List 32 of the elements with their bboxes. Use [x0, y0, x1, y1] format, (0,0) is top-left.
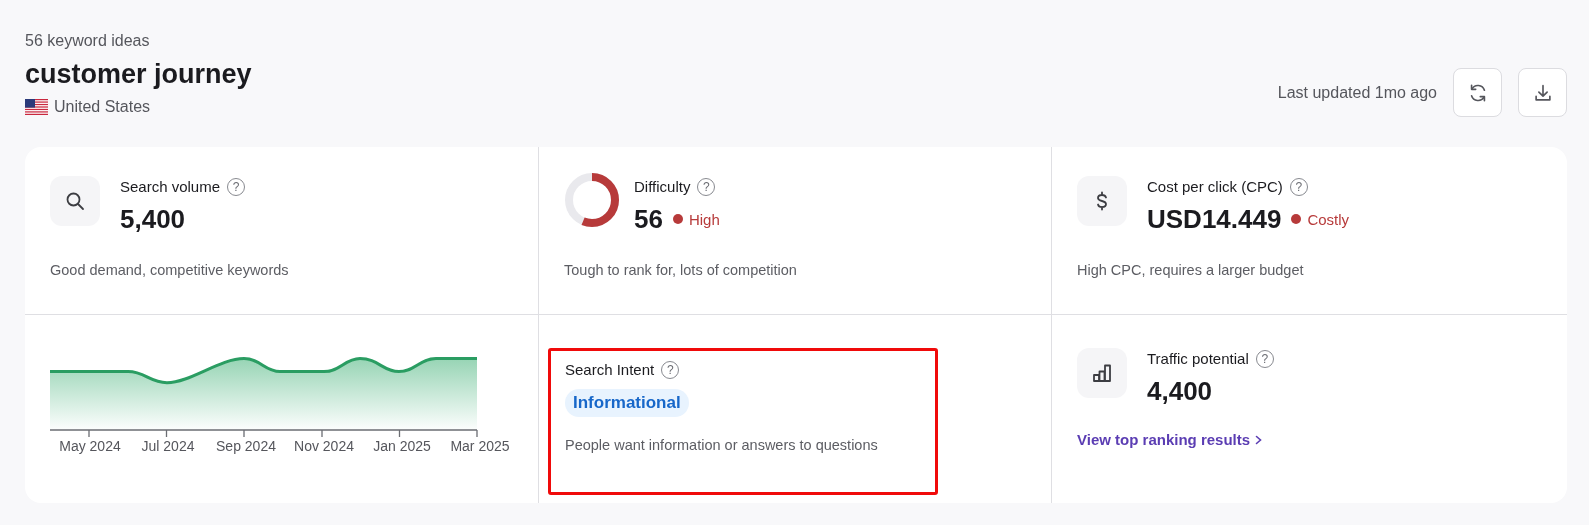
flag-icon	[25, 99, 48, 115]
axis-label: Sep 2024	[215, 438, 277, 454]
refresh-button[interactable]	[1453, 68, 1502, 117]
chevron-icon	[1255, 434, 1263, 445]
rating-label: High	[688, 210, 720, 228]
keyword-title: customer journey	[25, 58, 252, 91]
difficulty-donut	[564, 172, 620, 228]
metric-description: Good demand, competitive keywords	[50, 262, 290, 278]
download-button[interactable]	[1518, 68, 1567, 117]
view-results-link[interactable]: View top ranking results	[1077, 431, 1263, 448]
axis-label: May 2024	[58, 438, 122, 454]
metric-title: Traffic potential	[1147, 349, 1249, 369]
rating-label: Costly	[1307, 210, 1350, 228]
metric-title: Search volume	[120, 177, 221, 197]
metric-value: 5,400	[120, 203, 186, 235]
metric-title: Difficulty	[634, 177, 691, 197]
axis-label: Jul 2024	[140, 438, 196, 454]
metric-value: USD14.449	[1147, 203, 1282, 235]
metric-description: People want information or answers to questions	[565, 437, 879, 453]
keyword-count: 56 keyword ideas	[25, 31, 151, 51]
metric-value: 4,400	[1147, 375, 1213, 407]
last-updated: Last updated 1mo ago	[1277, 83, 1437, 102]
axis-label: Mar 2025	[449, 438, 511, 454]
intent-tag: Informational	[565, 389, 689, 417]
metric-description: High CPC, requires a larger budget	[1077, 262, 1305, 278]
metric-value: 56	[634, 203, 663, 235]
metric-title: Cost per click (CPC)	[1147, 177, 1283, 197]
metric-description: Tough to rank for, lots of competition	[564, 262, 798, 278]
axis-label: Nov 2024	[293, 438, 355, 454]
country-name: United States	[54, 97, 151, 117]
metric-title: Search Intent	[565, 360, 655, 380]
axis-label: Jan 2025	[372, 438, 432, 454]
